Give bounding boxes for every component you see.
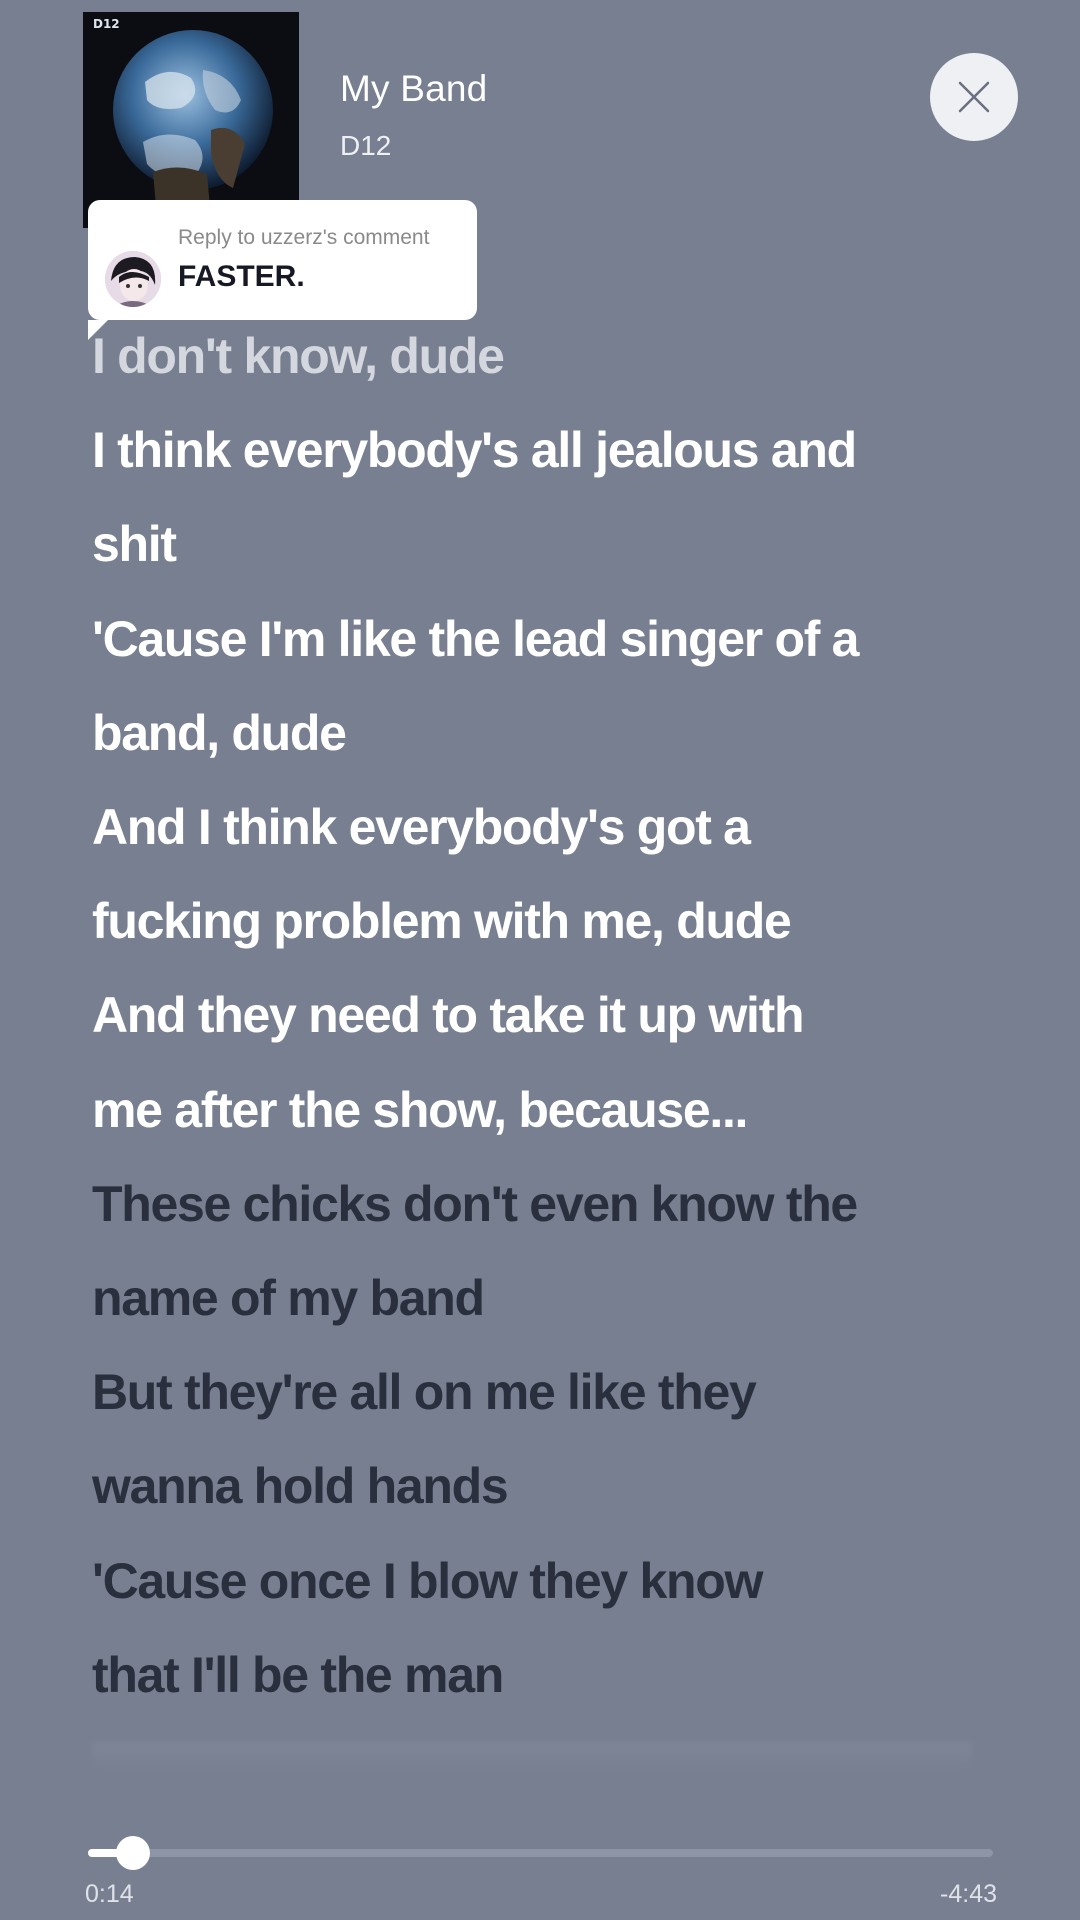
avatar-image	[105, 251, 161, 307]
lyric-line[interactable]: And I think everybody's got a	[92, 797, 751, 857]
avatar	[105, 251, 161, 307]
progress-handle[interactable]	[116, 1836, 151, 1870]
track-artist: D12	[340, 130, 392, 161]
album-art: D12	[83, 12, 299, 228]
remaining-time: -4:43	[940, 1880, 997, 1908]
svg-text:D12: D12	[93, 17, 120, 31]
close-button[interactable]	[930, 53, 1018, 141]
lyrics-fade	[92, 1742, 972, 1774]
lyric-line[interactable]: I don't know, dude	[92, 326, 505, 386]
album-art-image: D12	[83, 12, 299, 228]
comment-reply-header: Reply to uzzerz's comment	[178, 226, 430, 249]
lyric-line[interactable]: fucking problem with me, dude	[92, 891, 792, 951]
comment-reply-card: Reply to uzzerz's comment FASTER.	[88, 200, 477, 340]
lyric-line[interactable]: shit	[92, 514, 177, 574]
lyric-line[interactable]: 'Cause I'm like the lead singer of a	[92, 609, 859, 669]
lyric-line[interactable]: And they need to take it up with	[92, 985, 805, 1045]
lyric-line[interactable]: But they're all on me like they	[92, 1362, 757, 1422]
lyric-line[interactable]: These chicks don't even know the	[92, 1174, 858, 1234]
comment-text: FASTER.	[178, 260, 305, 293]
elapsed-time: 0:14	[85, 1880, 134, 1908]
lyric-line[interactable]: name of my band	[92, 1268, 485, 1328]
progress-bar[interactable]	[88, 1836, 993, 1870]
close-icon	[958, 81, 990, 113]
lyric-line[interactable]: band, dude	[92, 703, 347, 763]
lyric-line[interactable]: that I'll be the man	[92, 1645, 504, 1705]
lyric-line[interactable]: 'Cause once I blow they know	[92, 1551, 763, 1611]
track-title: My Band	[340, 68, 488, 109]
lyric-line[interactable]: me after the show, because...	[92, 1080, 748, 1140]
lyric-line[interactable]: wanna hold hands	[92, 1456, 509, 1516]
lyric-line[interactable]: I think everybody's all jealous and	[92, 420, 857, 480]
